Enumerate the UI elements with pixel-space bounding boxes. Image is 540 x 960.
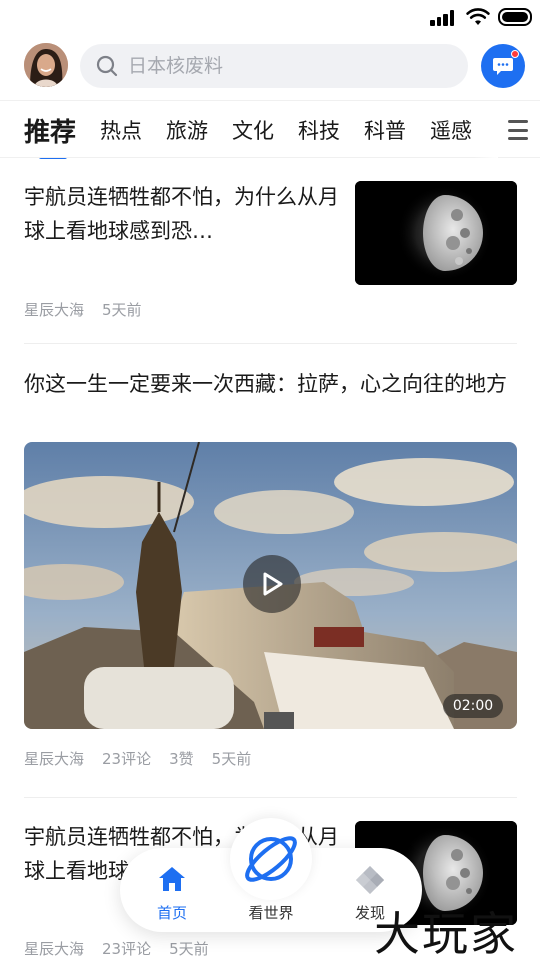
tab-strip: 推荐 热点 旅游 文化 科技 科普 遥感 — [24, 101, 498, 159]
discover-icon — [356, 866, 384, 894]
category-tabs: 推荐 热点 旅游 文化 科技 科普 遥感 — [0, 100, 540, 159]
menu-icon[interactable] — [508, 120, 528, 140]
article-time: 5天前 — [169, 940, 209, 958]
play-icon — [263, 572, 283, 596]
play-button[interactable] — [243, 555, 301, 613]
message-button[interactable] — [481, 44, 525, 88]
nav-world-label: 看世界 — [248, 904, 294, 922]
world-button[interactable] — [230, 818, 312, 900]
article-meta: 星辰大海 5天前 — [24, 299, 142, 320]
wifi-icon — [466, 8, 490, 25]
tab-remote-sensing[interactable]: 遥感 — [430, 115, 472, 145]
tab-hot[interactable]: 热点 — [100, 115, 142, 145]
user-avatar[interactable] — [24, 43, 68, 87]
article-comments[interactable]: 23评论 — [102, 748, 151, 769]
article-source[interactable]: 星辰大海 — [24, 748, 84, 769]
message-icon — [493, 58, 513, 75]
tab-travel[interactable]: 旅游 — [166, 115, 208, 145]
notification-badge — [511, 50, 519, 58]
article-source[interactable]: 星辰大海 — [24, 299, 84, 320]
article-meta: 星辰大海 23评论 5天前 — [24, 938, 209, 959]
tab-technology[interactable]: 科技 — [298, 115, 340, 145]
home-icon — [159, 867, 185, 891]
divider — [24, 343, 517, 344]
signal-icon — [430, 9, 454, 26]
header — [0, 40, 540, 92]
battery-icon — [498, 8, 532, 26]
status-bar — [0, 0, 540, 36]
search-bar[interactable] — [80, 44, 468, 88]
tab-science[interactable]: 科普 — [364, 115, 406, 145]
planet-icon — [245, 836, 297, 882]
watermark-logo: 大玩家 — [374, 907, 518, 960]
article-source[interactable]: 星辰大海 — [24, 938, 84, 959]
divider — [24, 797, 517, 798]
article-comments[interactable]: 23评论 — [102, 938, 151, 959]
article-time: 5天前 — [102, 301, 142, 319]
tab-culture[interactable]: 文化 — [232, 115, 274, 145]
article-title: 你这一生一定要来一次西藏：拉萨，心之向往的地方 — [24, 372, 507, 396]
search-input[interactable] — [128, 55, 448, 77]
search-icon — [96, 55, 118, 77]
tab-fade — [474, 101, 498, 159]
article-card[interactable]: 你这一生一定要来一次西藏：拉萨，心之向往的地方 — [24, 367, 517, 401]
article-likes[interactable]: 3赞 — [169, 748, 194, 769]
article-time: 5天前 — [211, 750, 252, 768]
video-duration: 02:00 — [443, 694, 503, 718]
nav-home[interactable]: 首页 — [132, 848, 212, 932]
nav-home-label: 首页 — [156, 904, 187, 922]
article-meta: 星辰大海 23评论 3赞 5天前 — [24, 748, 251, 769]
moon-image — [355, 181, 517, 285]
tab-recommend[interactable]: 推荐 — [24, 112, 76, 159]
article-title: 宇航员连牺牲都不怕，为什么从月球上看地球感到恐… — [24, 185, 339, 243]
